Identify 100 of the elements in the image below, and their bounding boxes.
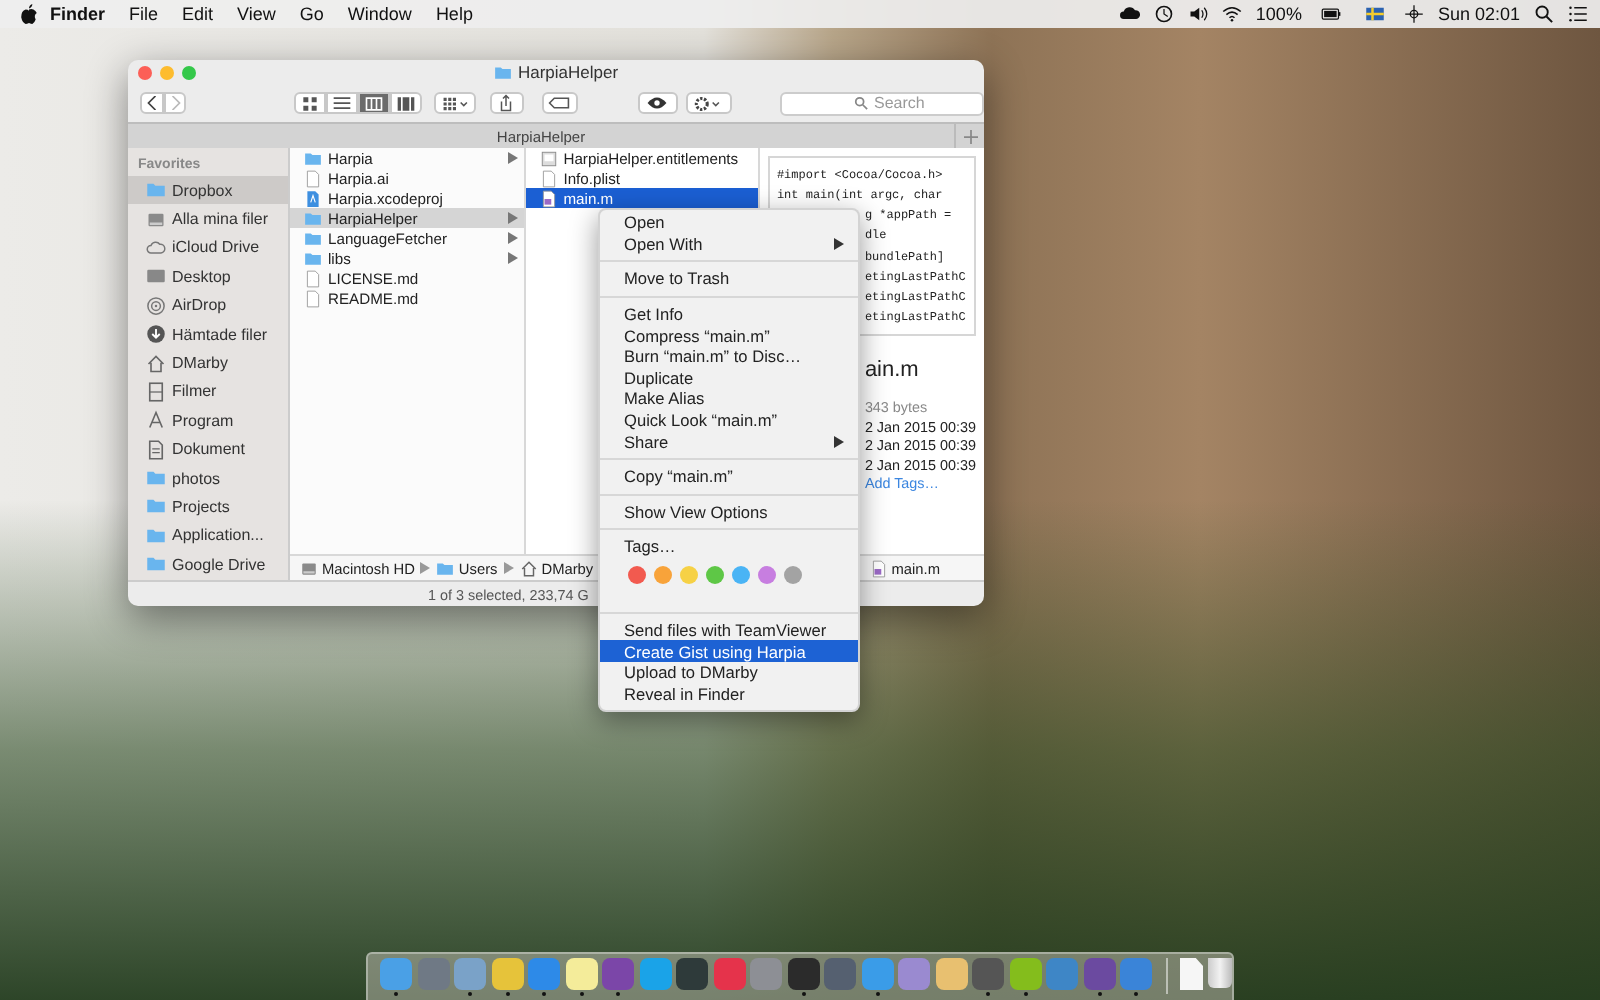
path-separator-icon: [420, 562, 431, 574]
menu-item[interactable]: Edit: [170, 4, 226, 24]
menu-item[interactable]: Go: [287, 4, 336, 24]
quick-look-button[interactable]: [638, 92, 678, 114]
sidebar-item[interactable]: AirDrop: [128, 291, 288, 320]
menu-item[interactable]: Move to Trash: [600, 268, 858, 290]
app-icon[interactable]: [1009, 958, 1041, 990]
menu-item[interactable]: Window: [335, 4, 424, 24]
hard-drive-icon: [146, 209, 166, 230]
search-field[interactable]: Search: [780, 91, 984, 115]
zoom-button[interactable]: [182, 65, 196, 79]
list-icon[interactable]: [1568, 4, 1588, 24]
action-button[interactable]: [685, 92, 733, 114]
sidebar-item[interactable]: Google Drive: [128, 550, 288, 579]
tag-color-dot[interactable]: [784, 565, 802, 584]
add-tab-icon[interactable]: [963, 129, 977, 143]
search-icon[interactable]: [1534, 4, 1554, 24]
menu-item[interactable]: Open: [600, 212, 858, 234]
list-view-icon[interactable]: [326, 92, 359, 114]
cloud-app-icon[interactable]: [1119, 4, 1140, 24]
cover-flow-icon[interactable]: [390, 92, 423, 114]
minimize-button[interactable]: [160, 65, 174, 79]
back-button[interactable]: [140, 92, 164, 114]
grid-caret-icon: [441, 95, 470, 111]
folder-icon: [493, 63, 512, 81]
arrange-button[interactable]: [434, 92, 476, 114]
sidebar-item[interactable]: Program: [128, 406, 288, 436]
app-icon[interactable]: [787, 958, 819, 990]
apple-logo-icon[interactable]: [20, 4, 38, 24]
close-button[interactable]: [138, 65, 152, 79]
menu-item[interactable]: Open With: [600, 233, 858, 255]
download-icon: [146, 324, 166, 345]
folder-icon: [146, 468, 166, 489]
status-text: 100%: [1255, 4, 1302, 24]
sidebar-item[interactable]: Desktop: [128, 262, 288, 292]
menu-item[interactable]: Show View Options: [600, 501, 858, 523]
clock-icon[interactable]: [1153, 4, 1174, 24]
tag-color-dot[interactable]: [628, 565, 646, 584]
volume-icon[interactable]: [1187, 4, 1208, 24]
icon-view-icon-glyph-icon: [300, 93, 321, 113]
menu-item[interactable]: Burn “main.m” to Disc…: [600, 345, 858, 368]
menu-item[interactable]: Help: [423, 4, 485, 24]
sidebar-item[interactable]: Hämtade filer: [128, 319, 288, 349]
apps-icon: [146, 410, 166, 431]
app-icon[interactable]: [1083, 958, 1115, 990]
sidebar-item[interactable]: iCloud Drive: [128, 233, 288, 263]
menu-item[interactable]: Duplicate: [600, 367, 858, 389]
menu-item[interactable]: Compress “main.m”: [600, 324, 858, 346]
app-icon[interactable]: [972, 958, 1004, 990]
sidebar-item[interactable]: Dokument: [128, 435, 288, 464]
column-view-icon-glyph-icon: [364, 93, 385, 113]
tag-color-dot[interactable]: [706, 565, 724, 584]
window-title: HarpiaHelper: [517, 62, 619, 82]
crosshair-icon[interactable]: [1403, 4, 1424, 24]
monitor-icon: [146, 266, 166, 287]
icon-view-icon[interactable]: [294, 92, 327, 114]
app-icon[interactable]: [824, 958, 856, 990]
app-icon[interactable]: [935, 958, 967, 990]
menu-item[interactable]: Share: [600, 430, 858, 452]
app-icon[interactable]: [565, 958, 597, 990]
cloud-icon: [146, 237, 166, 258]
tag-color-dot[interactable]: [680, 565, 698, 584]
tag-color-dot[interactable]: [654, 565, 672, 584]
menu-item[interactable]: Create Gist using Harpia: [600, 640, 858, 662]
share-icon: [498, 94, 515, 112]
sidebar-item[interactable]: DMarby: [128, 348, 288, 378]
sidebar-item[interactable]: Dropbox: [128, 176, 288, 205]
gear-caret-icon: [694, 95, 723, 111]
folder-icon: [146, 496, 166, 517]
path-separator-icon: [503, 562, 514, 574]
app-icon[interactable]: [491, 958, 523, 990]
sidebar-item[interactable]: Alla mina filer: [128, 204, 288, 234]
sidebar-item[interactable]: Filmer: [128, 377, 288, 407]
folder-icon: [146, 525, 166, 546]
menu-item[interactable]: Upload to DMarby: [600, 661, 858, 683]
menu-item[interactable]: Tags…: [600, 536, 858, 558]
document-icon: [146, 439, 166, 460]
menu-item[interactable]: File: [117, 4, 171, 24]
menu-item[interactable]: Copy “main.m”: [600, 465, 858, 488]
sidebar-item[interactable]: photos: [128, 463, 288, 493]
tag-color-dot[interactable]: [732, 565, 750, 584]
menu-item[interactable]: View: [225, 4, 288, 24]
menu-item[interactable]: Send files with TeamViewer: [600, 619, 858, 641]
menu-item[interactable]: Quick Look “main.m”: [600, 409, 858, 431]
app-icon[interactable]: [602, 958, 634, 990]
tag-color-dot[interactable]: [758, 565, 776, 584]
menu-item[interactable]: Reveal in Finder: [600, 683, 858, 705]
film-icon: [146, 381, 166, 402]
tag-button[interactable]: [541, 92, 579, 114]
share-button[interactable]: [489, 92, 524, 114]
status-text: Sun 02:01: [1437, 4, 1520, 24]
column-view-icon[interactable]: [358, 92, 391, 114]
wifi-icon[interactable]: [1221, 4, 1242, 24]
sidebar-item[interactable]: Projects: [128, 492, 288, 522]
menu-item[interactable]: Make Alias: [600, 388, 858, 410]
app-menu[interactable]: Finder: [38, 4, 118, 24]
trash-icon[interactable]: [1208, 958, 1232, 988]
menu-item[interactable]: Get Info: [600, 303, 858, 325]
app-icon[interactable]: [676, 958, 708, 990]
sidebar-item[interactable]: Application...: [128, 521, 288, 551]
